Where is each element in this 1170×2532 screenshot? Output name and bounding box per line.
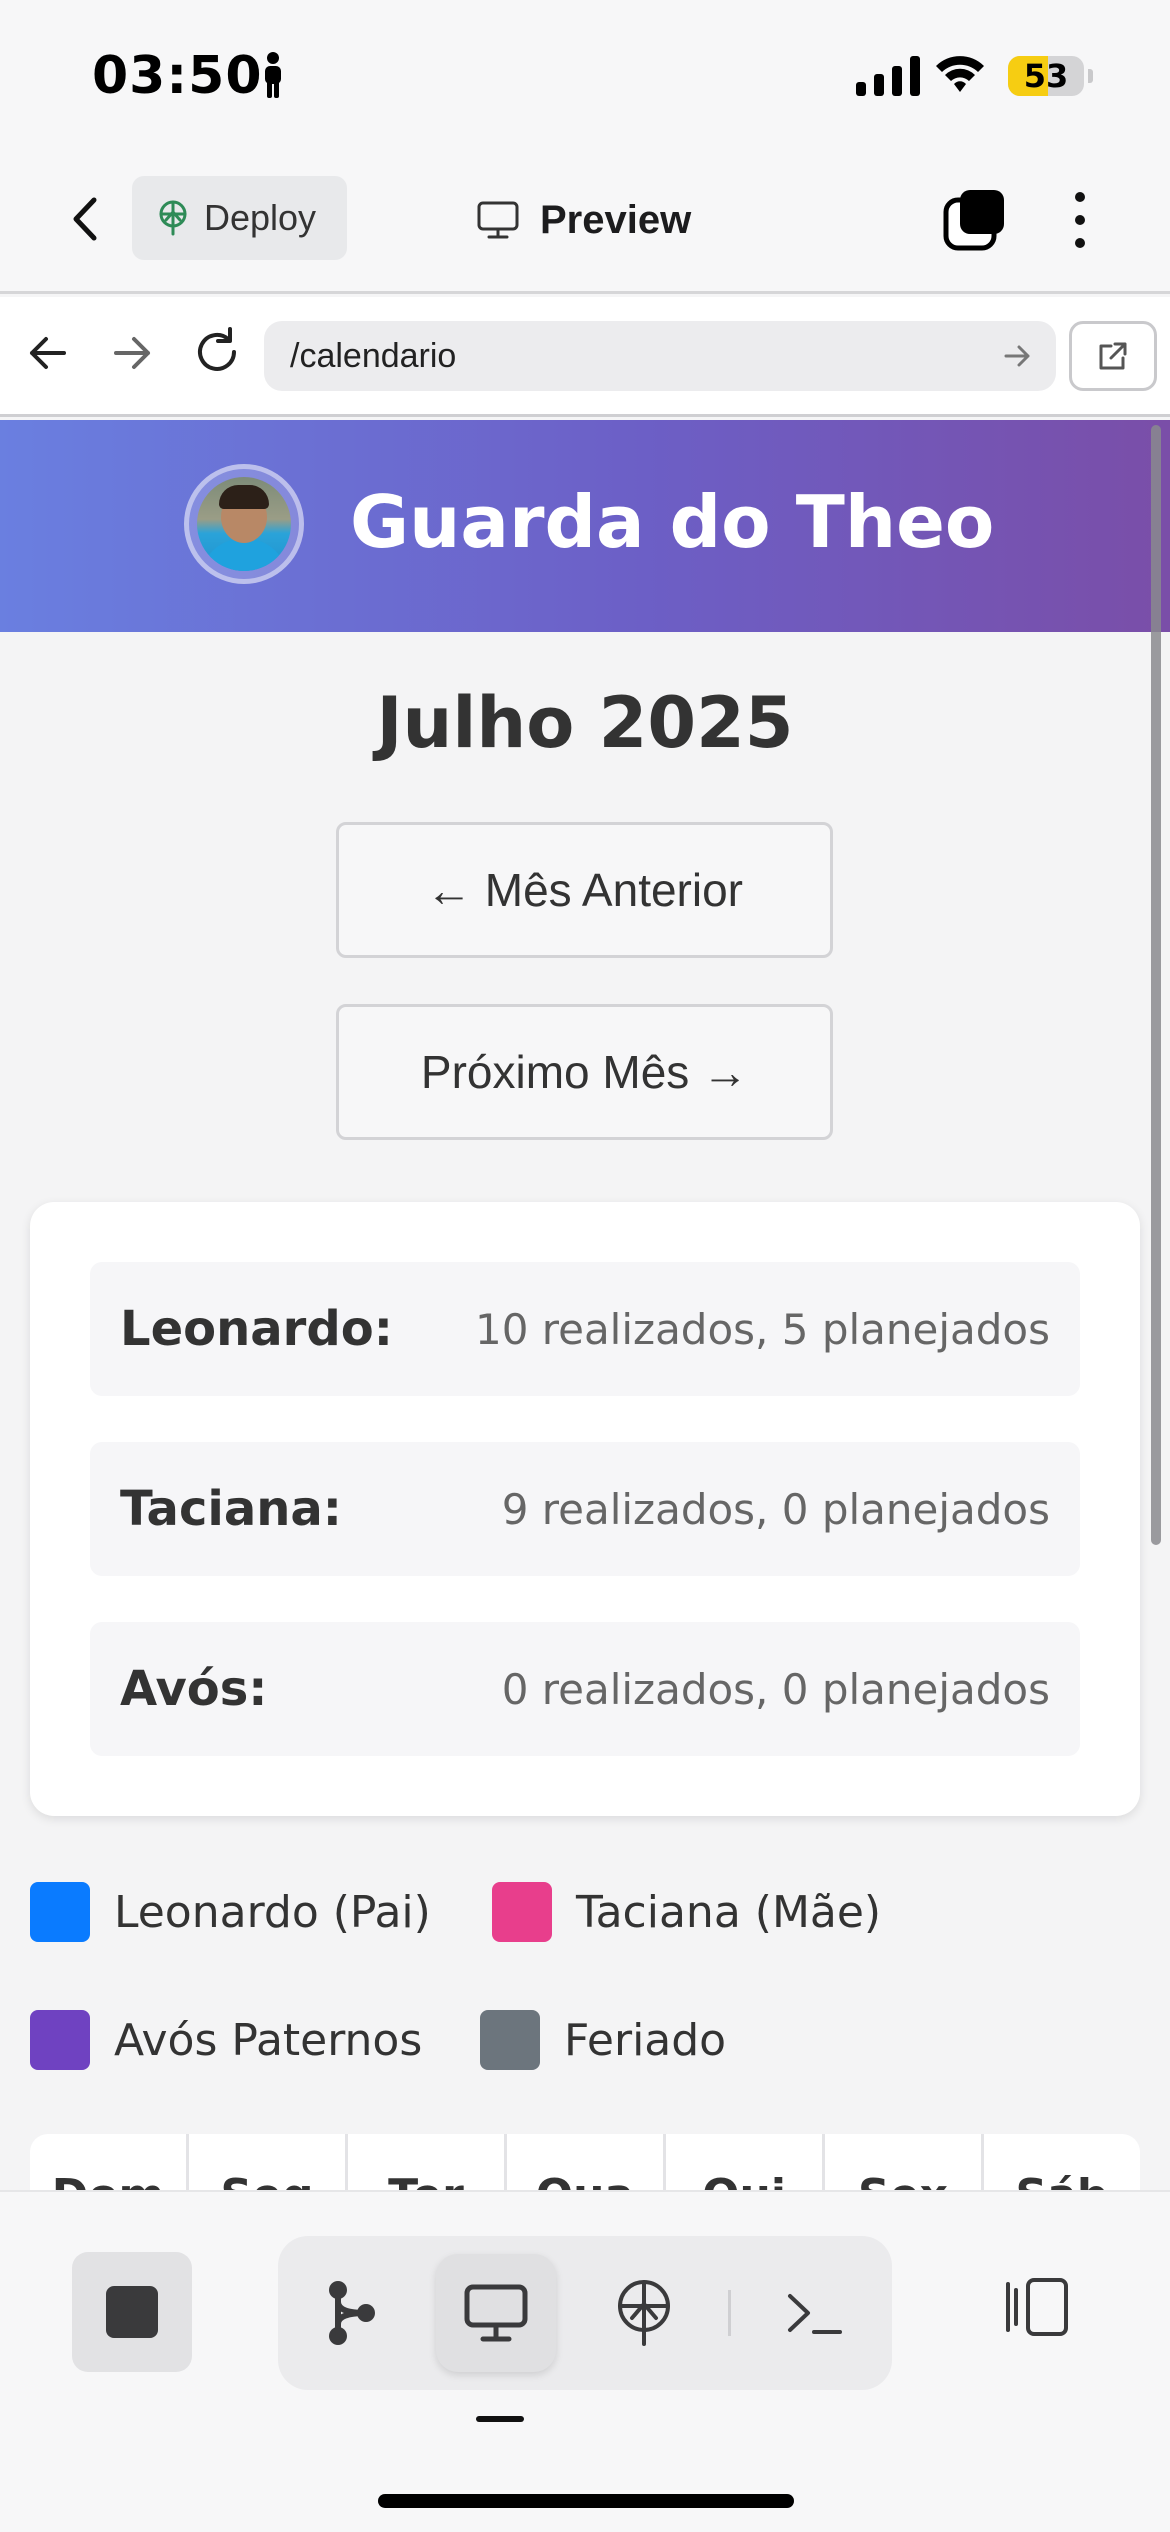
page-scrollbar[interactable] xyxy=(1151,425,1161,1545)
bottom-bar xyxy=(0,2190,1170,2532)
summary-stats: 0 realizados, 0 planejados xyxy=(501,1664,1050,1714)
app-header: Guarda do Theo xyxy=(0,420,1170,632)
arrow-left-icon[interactable] xyxy=(22,327,74,379)
deploy-button[interactable]: Deploy xyxy=(132,176,347,260)
legend-swatch xyxy=(30,2010,90,2070)
summary-stats: 10 realizados, 5 planejados xyxy=(474,1304,1050,1354)
git-branch-button[interactable] xyxy=(290,2254,410,2372)
battery-percent: 53 xyxy=(1023,57,1069,95)
stop-icon xyxy=(106,2286,158,2338)
arrow-right-icon[interactable] xyxy=(106,327,158,379)
go-arrow-icon[interactable] xyxy=(1000,339,1034,373)
summary-row-avos: Avós: 0 realizados, 0 planejados xyxy=(90,1622,1080,1756)
view-switcher xyxy=(278,2236,892,2390)
legend-item-feriado: Feriado xyxy=(480,2008,726,2072)
cellular-signal-icon xyxy=(856,54,920,96)
legend-label: Taciana (Mãe) xyxy=(576,1886,882,1938)
legend-swatch xyxy=(480,2010,540,2070)
preview-label: Preview xyxy=(540,197,692,242)
preview-tab[interactable]: Preview xyxy=(476,190,691,250)
legend-swatch xyxy=(492,1882,552,1942)
deploy-icon xyxy=(159,200,187,236)
chevron-left-icon xyxy=(73,197,97,241)
legend-label: Feriado xyxy=(564,2014,727,2066)
legend-swatch xyxy=(30,1882,90,1942)
deploy-icon xyxy=(618,2280,670,2346)
legend-label: Avós Paternos xyxy=(114,2014,423,2066)
previous-month-button[interactable]: ← Mês Anterior xyxy=(336,822,833,958)
browser-bar: /calendario xyxy=(0,297,1170,417)
legend-item-avos: Avós Paternos xyxy=(30,2008,422,2072)
split-view-icon[interactable] xyxy=(998,2276,1072,2338)
legend-item-leonardo: Leonardo (Pai) xyxy=(30,1880,431,1944)
monitor-icon xyxy=(464,2284,528,2342)
weekday-label: Qua xyxy=(507,2134,666,2190)
summary-row-taciana: Taciana: 9 realizados, 0 planejados xyxy=(90,1442,1080,1576)
avatar xyxy=(184,464,304,584)
reload-icon[interactable] xyxy=(190,325,244,379)
avatar-photo xyxy=(197,477,291,571)
summary-row-leonardo: Leonardo: 10 realizados, 5 planejados xyxy=(90,1262,1080,1396)
more-vertical-icon[interactable] xyxy=(1060,188,1100,252)
status-time: 03:50 xyxy=(92,46,263,106)
terminal-icon xyxy=(788,2294,842,2334)
summary-name: Taciana: xyxy=(120,1481,342,1537)
summary-name: Avós: xyxy=(120,1661,268,1717)
legend-label: Leonardo (Pai) xyxy=(114,1886,431,1938)
url-input[interactable]: /calendario xyxy=(264,321,1056,391)
calendar-weekday-header: Dom Seg Ter Qua Qui Sex Sáb xyxy=(30,2134,1140,2190)
summary-name: Leonardo: xyxy=(120,1301,393,1357)
divider xyxy=(728,2290,731,2336)
legend-item-taciana: Taciana (Mãe) xyxy=(492,1880,881,1944)
weekday-label: Seg xyxy=(189,2134,348,2190)
summary-stats: 9 realizados, 0 planejados xyxy=(501,1484,1050,1534)
back-button[interactable] xyxy=(58,192,112,246)
weekday-label: Qui xyxy=(666,2134,825,2190)
weekday-label: Ter xyxy=(348,2134,507,2190)
weekday-label: Sex xyxy=(825,2134,984,2190)
summary-card: Leonardo: 10 realizados, 5 planejados Ta… xyxy=(30,1202,1140,1816)
preview-view-button[interactable] xyxy=(436,2254,556,2372)
web-page: Guarda do Theo Julho 2025 ← Mês Anterior… xyxy=(0,420,1170,2190)
deploy-label: Deploy xyxy=(204,197,317,238)
app-title: Guarda do Theo xyxy=(350,480,995,564)
battery-indicator: 53 xyxy=(1008,56,1084,96)
tabs-icon[interactable] xyxy=(942,188,1006,252)
url-text: /calendario xyxy=(290,336,457,375)
deploy-view-button[interactable] xyxy=(584,2254,704,2372)
person-icon xyxy=(265,52,281,98)
open-external-button[interactable] xyxy=(1069,321,1157,391)
terminal-button[interactable] xyxy=(754,2254,874,2372)
status-bar: 03:50 53 xyxy=(0,0,1170,150)
home-indicator[interactable] xyxy=(378,2494,794,2508)
monitor-icon xyxy=(477,201,519,239)
wifi-icon xyxy=(936,56,984,92)
app-toolbar: Deploy Preview xyxy=(0,150,1170,294)
git-branch-icon xyxy=(329,2281,375,2345)
weekday-label: Sáb xyxy=(984,2134,1140,2190)
stop-button[interactable] xyxy=(72,2252,192,2372)
external-link-icon xyxy=(1099,342,1127,370)
month-title: Julho 2025 xyxy=(376,682,794,764)
weekday-label: Dom xyxy=(30,2134,189,2190)
battery-nub xyxy=(1088,69,1093,83)
sheet-handle[interactable] xyxy=(476,2416,524,2422)
next-month-button[interactable]: Próximo Mês → xyxy=(336,1004,833,1140)
